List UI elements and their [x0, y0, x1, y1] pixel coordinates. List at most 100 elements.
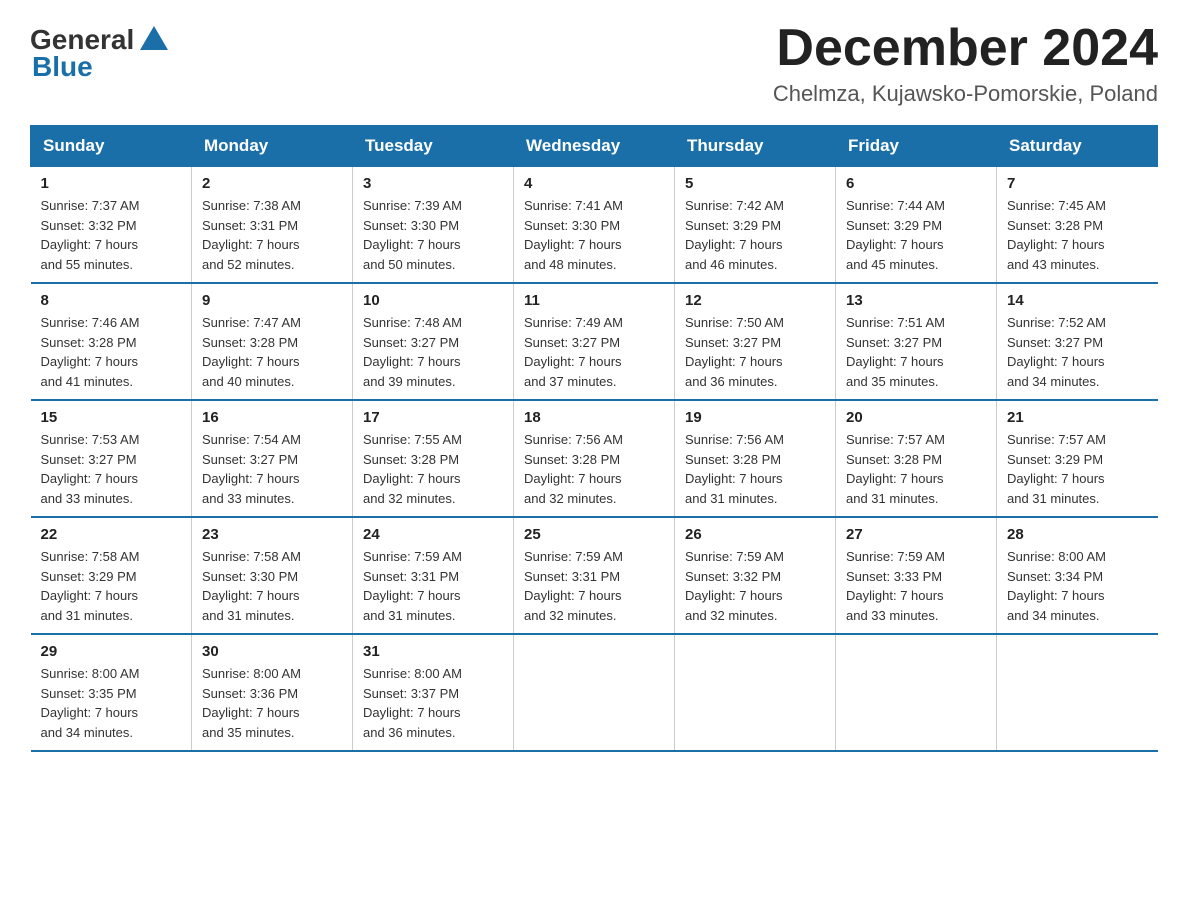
day-cell: 4 Sunrise: 7:41 AM Sunset: 3:30 PM Daylig…	[514, 167, 675, 284]
day-number: 19	[685, 409, 825, 426]
day-cell: 25 Sunrise: 7:59 AM Sunset: 3:31 PM Dayli…	[514, 517, 675, 634]
day-info: Sunrise: 7:51 AM Sunset: 3:27 PM Dayligh…	[846, 313, 986, 391]
day-cell: 2 Sunrise: 7:38 AM Sunset: 3:31 PM Daylig…	[192, 167, 353, 284]
day-info: Sunrise: 7:55 AM Sunset: 3:28 PM Dayligh…	[363, 430, 503, 508]
day-number: 29	[41, 643, 182, 660]
day-cell: 18Sunrise: 7:56 AM Sunset: 3:28 PM Dayli…	[514, 400, 675, 517]
day-number: 3	[363, 175, 503, 192]
day-info: Sunrise: 7:47 AM Sunset: 3:28 PM Dayligh…	[202, 313, 342, 391]
day-number: 12	[685, 292, 825, 309]
day-number: 2	[202, 175, 342, 192]
day-cell: 11Sunrise: 7:49 AM Sunset: 3:27 PM Dayli…	[514, 283, 675, 400]
day-number: 22	[41, 526, 182, 543]
day-info: Sunrise: 7:45 AM Sunset: 3:28 PM Dayligh…	[1007, 196, 1148, 274]
day-info: Sunrise: 7:42 AM Sunset: 3:29 PM Dayligh…	[685, 196, 825, 274]
day-info: Sunrise: 7:58 AM Sunset: 3:29 PM Dayligh…	[41, 547, 182, 625]
day-info: Sunrise: 8:00 AM Sunset: 3:37 PM Dayligh…	[363, 664, 503, 742]
logo-text-blue: Blue	[32, 51, 93, 83]
day-cell: 5Sunrise: 7:42 AM Sunset: 3:29 PM Daylig…	[675, 167, 836, 284]
day-info: Sunrise: 7:57 AM Sunset: 3:29 PM Dayligh…	[1007, 430, 1148, 508]
day-number: 7	[1007, 175, 1148, 192]
logo: General Blue	[30, 20, 170, 83]
day-number: 25	[524, 526, 664, 543]
day-number: 20	[846, 409, 986, 426]
page-header: General Blue December 2024 Chelmza, Kuja…	[30, 20, 1158, 107]
day-number: 8	[41, 292, 182, 309]
day-number: 4	[524, 175, 664, 192]
column-header-monday: Monday	[192, 126, 353, 167]
column-header-tuesday: Tuesday	[353, 126, 514, 167]
day-cell: 30Sunrise: 8:00 AM Sunset: 3:36 PM Dayli…	[192, 634, 353, 751]
logo-triangle-icon	[138, 22, 170, 54]
day-info: Sunrise: 7:59 AM Sunset: 3:31 PM Dayligh…	[524, 547, 664, 625]
day-number: 14	[1007, 292, 1148, 309]
day-cell: 15 Sunrise: 7:53 AM Sunset: 3:27 PM Dayli…	[31, 400, 192, 517]
week-row-3: 15 Sunrise: 7:53 AM Sunset: 3:27 PM Dayli…	[31, 400, 1158, 517]
day-cell	[675, 634, 836, 751]
day-info: Sunrise: 7:44 AM Sunset: 3:29 PM Dayligh…	[846, 196, 986, 274]
day-number: 10	[363, 292, 503, 309]
day-number: 11	[524, 292, 664, 309]
day-cell: 24 Sunrise: 7:59 AM Sunset: 3:31 PM Dayli…	[353, 517, 514, 634]
day-number: 17	[363, 409, 503, 426]
day-info: Sunrise: 7:59 AM Sunset: 3:31 PM Dayligh…	[363, 547, 503, 625]
day-info: Sunrise: 7:58 AM Sunset: 3:30 PM Dayligh…	[202, 547, 342, 625]
day-info: Sunrise: 7:50 AM Sunset: 3:27 PM Dayligh…	[685, 313, 825, 391]
day-info: Sunrise: 7:52 AM Sunset: 3:27 PM Dayligh…	[1007, 313, 1148, 391]
day-number: 28	[1007, 526, 1148, 543]
day-number: 24	[363, 526, 503, 543]
day-cell: 23 Sunrise: 7:58 AM Sunset: 3:30 PM Dayli…	[192, 517, 353, 634]
day-cell: 20Sunrise: 7:57 AM Sunset: 3:28 PM Dayli…	[836, 400, 997, 517]
day-cell: 31Sunrise: 8:00 AM Sunset: 3:37 PM Dayli…	[353, 634, 514, 751]
day-info: Sunrise: 8:00 AM Sunset: 3:35 PM Dayligh…	[41, 664, 182, 742]
calendar-table: SundayMondayTuesdayWednesdayThursdayFrid…	[30, 125, 1158, 752]
day-info: Sunrise: 7:56 AM Sunset: 3:28 PM Dayligh…	[524, 430, 664, 508]
day-number: 23	[202, 526, 342, 543]
day-cell: 3 Sunrise: 7:39 AM Sunset: 3:30 PM Daylig…	[353, 167, 514, 284]
day-cell: 10 Sunrise: 7:48 AM Sunset: 3:27 PM Dayli…	[353, 283, 514, 400]
day-info: Sunrise: 7:48 AM Sunset: 3:27 PM Dayligh…	[363, 313, 503, 391]
week-row-1: 1 Sunrise: 7:37 AM Sunset: 3:32 PM Daylig…	[31, 167, 1158, 284]
day-cell: 8 Sunrise: 7:46 AM Sunset: 3:28 PM Daylig…	[31, 283, 192, 400]
day-number: 6	[846, 175, 986, 192]
day-info: Sunrise: 7:53 AM Sunset: 3:27 PM Dayligh…	[41, 430, 182, 508]
day-cell: 12 Sunrise: 7:50 AM Sunset: 3:27 PM Dayli…	[675, 283, 836, 400]
week-row-5: 29 Sunrise: 8:00 AM Sunset: 3:35 PM Dayli…	[31, 634, 1158, 751]
day-number: 15	[41, 409, 182, 426]
day-cell: 14 Sunrise: 7:52 AM Sunset: 3:27 PM Dayli…	[997, 283, 1158, 400]
day-info: Sunrise: 8:00 AM Sunset: 3:36 PM Dayligh…	[202, 664, 342, 742]
day-info: Sunrise: 7:59 AM Sunset: 3:33 PM Dayligh…	[846, 547, 986, 625]
column-header-saturday: Saturday	[997, 126, 1158, 167]
column-header-wednesday: Wednesday	[514, 126, 675, 167]
day-cell: 16Sunrise: 7:54 AM Sunset: 3:27 PM Dayli…	[192, 400, 353, 517]
day-info: Sunrise: 8:00 AM Sunset: 3:34 PM Dayligh…	[1007, 547, 1148, 625]
day-cell: 28 Sunrise: 8:00 AM Sunset: 3:34 PM Dayli…	[997, 517, 1158, 634]
day-info: Sunrise: 7:41 AM Sunset: 3:30 PM Dayligh…	[524, 196, 664, 274]
day-info: Sunrise: 7:39 AM Sunset: 3:30 PM Dayligh…	[363, 196, 503, 274]
day-info: Sunrise: 7:56 AM Sunset: 3:28 PM Dayligh…	[685, 430, 825, 508]
location-title: Chelmza, Kujawsko-Pomorskie, Poland	[773, 81, 1158, 107]
day-cell	[514, 634, 675, 751]
day-info: Sunrise: 7:59 AM Sunset: 3:32 PM Dayligh…	[685, 547, 825, 625]
day-cell: 9 Sunrise: 7:47 AM Sunset: 3:28 PM Daylig…	[192, 283, 353, 400]
title-section: December 2024 Chelmza, Kujawsko-Pomorski…	[773, 20, 1158, 107]
header-row: SundayMondayTuesdayWednesdayThursdayFrid…	[31, 126, 1158, 167]
day-cell: 17 Sunrise: 7:55 AM Sunset: 3:28 PM Dayli…	[353, 400, 514, 517]
week-row-2: 8 Sunrise: 7:46 AM Sunset: 3:28 PM Daylig…	[31, 283, 1158, 400]
day-cell: 7 Sunrise: 7:45 AM Sunset: 3:28 PM Daylig…	[997, 167, 1158, 284]
day-cell: 13Sunrise: 7:51 AM Sunset: 3:27 PM Dayli…	[836, 283, 997, 400]
column-header-friday: Friday	[836, 126, 997, 167]
week-row-4: 22 Sunrise: 7:58 AM Sunset: 3:29 PM Dayli…	[31, 517, 1158, 634]
column-header-thursday: Thursday	[675, 126, 836, 167]
day-cell: 21Sunrise: 7:57 AM Sunset: 3:29 PM Dayli…	[997, 400, 1158, 517]
day-cell	[836, 634, 997, 751]
day-number: 1	[41, 175, 182, 192]
day-number: 9	[202, 292, 342, 309]
day-info: Sunrise: 7:54 AM Sunset: 3:27 PM Dayligh…	[202, 430, 342, 508]
day-info: Sunrise: 7:38 AM Sunset: 3:31 PM Dayligh…	[202, 196, 342, 274]
day-info: Sunrise: 7:46 AM Sunset: 3:28 PM Dayligh…	[41, 313, 182, 391]
day-number: 27	[846, 526, 986, 543]
day-cell: 1 Sunrise: 7:37 AM Sunset: 3:32 PM Daylig…	[31, 167, 192, 284]
column-header-sunday: Sunday	[31, 126, 192, 167]
day-info: Sunrise: 7:37 AM Sunset: 3:32 PM Dayligh…	[41, 196, 182, 274]
